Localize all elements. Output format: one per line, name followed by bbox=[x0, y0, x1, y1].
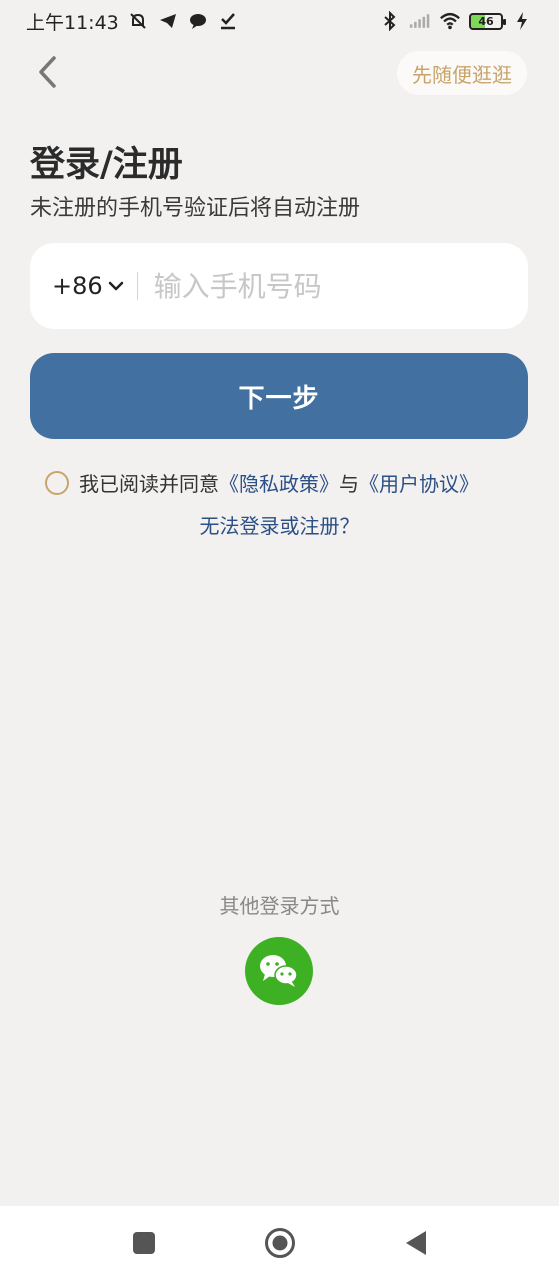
next-step-button[interactable]: 下一步 bbox=[30, 353, 528, 439]
chevron-left-icon bbox=[39, 56, 56, 88]
chevron-down-icon bbox=[108, 281, 123, 291]
home-button[interactable] bbox=[260, 1223, 300, 1263]
charging-bolt-icon bbox=[511, 10, 533, 32]
user-agreement-link[interactable]: 《用户协议》 bbox=[359, 468, 479, 497]
agreement-row: 我已阅读并同意 《隐私政策》 与 《用户协议》 bbox=[45, 468, 479, 497]
status-bar: 上午11:43 46 bbox=[0, 0, 559, 42]
mute-bell-icon bbox=[127, 10, 149, 32]
back-nav-button[interactable] bbox=[396, 1223, 436, 1263]
status-left: 上午11:43 bbox=[26, 8, 239, 35]
square-icon bbox=[132, 1232, 155, 1254]
system-nav-bar bbox=[0, 1206, 559, 1280]
page-subtitle: 未注册的手机号验证后将自动注册 bbox=[30, 196, 361, 221]
agreement-joiner: 与 bbox=[339, 472, 359, 496]
battery-icon: 46 bbox=[469, 12, 506, 30]
wechat-login-button[interactable] bbox=[245, 937, 313, 1005]
triangle-back-icon bbox=[405, 1231, 426, 1255]
other-login-label: 其他登录方式 bbox=[219, 894, 340, 918]
wifi-icon bbox=[439, 10, 461, 32]
phone-input-card: +86 bbox=[30, 243, 528, 329]
home-circle-icon bbox=[264, 1228, 295, 1258]
wechat-icon bbox=[260, 955, 298, 987]
input-divider bbox=[136, 272, 138, 300]
privacy-policy-link[interactable]: 《隐私政策》 bbox=[219, 468, 339, 497]
telegram-icon bbox=[157, 10, 179, 32]
status-time: 上午11:43 bbox=[26, 11, 119, 34]
page-title: 登录/注册 bbox=[30, 145, 183, 185]
agree-checkbox[interactable] bbox=[45, 470, 69, 495]
browse-as-guest-button[interactable]: 先随便逛逛 bbox=[397, 51, 527, 95]
download-done-icon bbox=[217, 10, 239, 32]
country-code-value: +86 bbox=[52, 272, 103, 300]
recent-apps-button[interactable] bbox=[124, 1223, 164, 1263]
chat-bubble-icon bbox=[187, 10, 209, 32]
signal-icon bbox=[409, 10, 431, 32]
login-screen: 上午11:43 46 先随便逛逛 登录/注册 未注册的手机号验证后将自动注册 +… bbox=[0, 0, 559, 1280]
cannot-login-link[interactable]: 无法登录或注册？ bbox=[0, 510, 559, 539]
battery-level: 46 bbox=[478, 14, 494, 28]
bluetooth-icon bbox=[379, 10, 401, 32]
status-right: 46 bbox=[379, 10, 533, 32]
country-code-selector[interactable]: +86 bbox=[52, 272, 125, 300]
agreement-prefix: 我已阅读并同意 bbox=[79, 472, 219, 496]
back-button[interactable] bbox=[30, 52, 64, 92]
phone-number-input[interactable] bbox=[153, 269, 484, 303]
